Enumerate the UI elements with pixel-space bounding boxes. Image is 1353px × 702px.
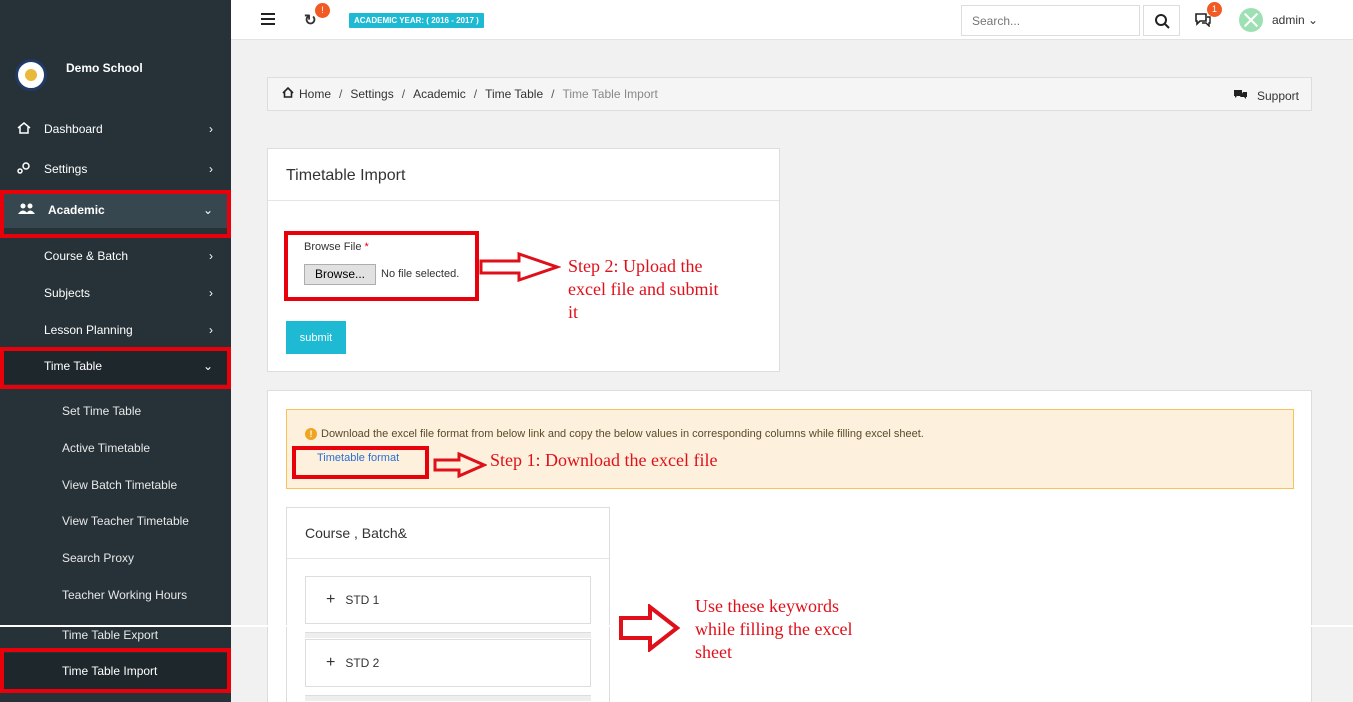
sidebar-item-label: Dashboard [44,122,103,136]
search-input[interactable] [961,5,1140,36]
accordion-label: STD 1 [345,593,380,607]
file-status: No file selected. [381,268,460,280]
browse-label-text: Browse File [304,241,362,253]
annotation-line: it [568,302,579,322]
breadcrumb-separator: / [401,87,406,101]
plus-icon: + [326,591,336,608]
support-icon [1233,88,1248,103]
sidebar-item-lesson-planning[interactable]: Lesson Planning › [0,312,231,348]
chevron-right-icon: › [209,249,213,263]
annotation-keywords: Use these keywords while filling the exc… [695,595,852,664]
sidebar-item-time-table-import[interactable]: Time Table Import [0,653,231,689]
required-mark: * [364,241,369,253]
panel-title: Timetable Import [286,167,406,184]
breadcrumb-academic[interactable]: Academic [413,87,466,101]
user-name: admin [1272,13,1305,27]
support-label: Support [1256,88,1299,103]
home-icon [282,86,294,101]
sidebar-item-label: Lesson Planning [44,323,133,337]
annotation-step-1: Step 1: Download the excel file [490,450,718,470]
annotation-line: sheet [695,642,732,662]
browse-file-label: Browse File * [304,241,369,253]
divider [305,695,591,701]
plus-icon: + [326,654,336,671]
sidebar-item-academic[interactable]: Academic ⌄ [0,192,231,228]
sidebar-item-active-timetable[interactable]: Active Timetable [0,430,231,466]
sidebar-item-course-batch[interactable]: Course & Batch › [0,238,231,274]
sidebar-item-dashboard[interactable]: Dashboard › [0,111,231,147]
topbar: ↻ ! ACADEMIC YEAR: ( 2016 - 2017 ) 1 adm… [231,0,1353,40]
sidebar-item-set-time-table[interactable]: Set Time Table [0,393,231,429]
user-menu[interactable]: admin ⌄ [1272,13,1318,27]
sidebar-item-subjects[interactable]: Subjects › [0,275,231,311]
sidebar-item-label: Subjects [44,286,91,300]
annotation-line: Use these keywords [695,596,839,616]
avatar[interactable] [1239,8,1263,32]
timetable-format-link[interactable]: Timetable format [317,452,399,464]
sidebar-item-label: Academic [48,203,105,217]
arrow-right-icon [619,604,680,652]
chevron-right-icon: › [209,162,213,176]
chat-badge: 1 [1207,2,1222,17]
chevron-right-icon: › [209,286,213,300]
breadcrumb-current: Time Table Import [562,87,658,101]
sidebar-item-view-teacher-timetable[interactable]: View Teacher Timetable [0,503,231,539]
accordion-item-std-1[interactable]: + STD 1 [305,576,591,624]
sidebar-item-label: Time Table [44,359,103,373]
school-name: Demo School [66,61,143,75]
info-icon: ! [305,428,317,440]
annotation-line: excel file and submit [568,279,719,299]
search-button[interactable] [1143,5,1180,36]
accordion-item-std-2[interactable]: + STD 2 [305,639,591,687]
sidebar-item-label: Settings [44,162,88,176]
chevron-down-icon: ⌄ [1308,13,1319,27]
breadcrumb-separator: / [551,87,555,101]
sidebar-item-search-proxy[interactable]: Search Proxy [0,540,231,576]
arrow-right-icon [479,252,561,282]
chevron-down-icon: ⌄ [202,203,213,217]
submit-button[interactable]: submit [286,321,346,354]
school-logo [15,59,47,91]
sidebar-item-time-table[interactable]: Time Table ⌄ [0,348,231,384]
sidebar-item-settings[interactable]: Settings › [0,151,231,187]
support-link[interactable]: Support [1233,88,1299,103]
breadcrumb-separator: / [339,87,343,101]
notification-badge: ! [315,3,330,18]
breadcrumb-home[interactable]: Home [299,87,331,101]
breadcrumb-separator: / [473,87,478,101]
annotation-line: while filling the excel [695,619,853,639]
menu-icon[interactable] [261,13,275,25]
divider [305,632,591,638]
breadcrumb: Home / Settings / Academic / Time Table … [267,77,1312,111]
sidebar-item-teacher-working-hours[interactable]: Teacher Working Hours [0,577,231,613]
arrow-right-icon [433,452,487,478]
brand[interactable]: Demo School [0,52,231,102]
sidebar-item-time-table-export[interactable]: Time Table Export [0,617,231,653]
chevron-down-icon: ⌄ [202,359,213,373]
info-message: Download the excel file format from belo… [321,428,924,440]
breadcrumb-settings[interactable]: Settings [350,87,393,101]
annotation-line: Step 2: Upload the [568,256,703,276]
browse-button[interactable]: Browse... [304,264,376,285]
sidebar: Demo School Dashboard › Settings › Acade… [0,0,231,702]
search-icon [1155,14,1170,29]
accordion-label: STD 2 [345,656,380,670]
sync-icon[interactable]: ↻ [304,11,317,29]
gear-icon [16,161,32,177]
users-icon [18,203,35,218]
sidebar-item-view-batch-timetable[interactable]: View Batch Timetable [0,467,231,503]
course-batch-panel: Course , Batch& + STD 1 + STD 2 [286,507,610,702]
chevron-right-icon: › [209,122,213,136]
chevron-right-icon: › [209,323,213,337]
annotation-step-2: Step 2: Upload the excel file and submit… [568,255,718,324]
sidebar-item-label: Course & Batch [44,249,129,263]
course-panel-title: Course , Batch& [287,508,609,559]
academic-year-badge[interactable]: ACADEMIC YEAR: ( 2016 - 2017 ) [349,13,484,28]
home-icon [16,121,32,137]
breadcrumb-time-table[interactable]: Time Table [485,87,543,101]
